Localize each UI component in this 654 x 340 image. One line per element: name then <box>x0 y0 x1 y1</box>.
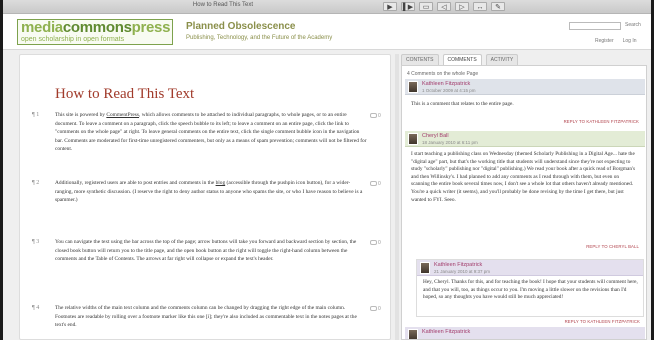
register-link[interactable]: Register <box>595 38 614 44</box>
paragraph-number[interactable]: ¶ 3 <box>32 239 39 245</box>
comment-text: This is a comment that relates to the en… <box>411 101 514 107</box>
collapse-left-icon[interactable]: ◁ <box>437 2 451 11</box>
comment-reply: Kathleen Fitzpatrick 21 January 2010 at … <box>416 259 644 317</box>
paragraph-number[interactable]: ¶ 2 <box>32 180 39 186</box>
main-text-column: How to Read This Text ¶ 1 0 This site is… <box>19 54 391 340</box>
paragraph-3: You can navigate the text using the bar … <box>55 239 357 263</box>
paragraph-2: Additionally, registered users are able … <box>55 180 363 204</box>
comment-date[interactable]: 21 January 2010 at 9:37 pm <box>434 269 490 274</box>
comment-author[interactable]: Kathleen Fitzpatrick <box>422 81 470 87</box>
site-subtitle: Publishing, Technology, and the Future o… <box>186 35 333 41</box>
comment: Kathleen Fitzpatrick 1 October 2009 at 4… <box>405 79 645 129</box>
site-header: mediacommonspress open scholarship in op… <box>3 14 651 50</box>
navigation-bar: How to Read This Text ▶ ▌▶ ▭ ◁ ▷ ↔ ✎ <box>3 0 651 14</box>
last-section-icon[interactable]: ▌▶ <box>401 2 415 11</box>
nav-document-title: How to Read This Text <box>192 2 254 8</box>
logo-wordmark: mediacommonspress <box>21 19 171 36</box>
avatar <box>408 329 418 339</box>
reply-link[interactable]: REPLY TO KATHLEEN FITZPATRICK <box>565 319 640 324</box>
comment-author[interactable]: Kathleen Fitzpatrick <box>434 262 482 268</box>
avatar <box>420 262 430 274</box>
search-input[interactable] <box>569 22 621 30</box>
mediacommons-logo[interactable]: mediacommonspress open scholarship in op… <box>17 19 173 45</box>
comment-text: Hey, Cheryl. Thanks for this, and for te… <box>423 279 638 301</box>
paragraph-1: This site is powered by CommentPress, wh… <box>55 112 367 153</box>
whole-page-comments-label[interactable]: 4 Comments on the whole Page <box>407 71 478 77</box>
comment-header: Kathleen Fitzpatrick <box>405 327 645 339</box>
comment-header: Kathleen Fitzpatrick 1 October 2009 at 4… <box>405 79 645 95</box>
column-resize-handle[interactable] <box>395 54 399 340</box>
avatar <box>408 81 418 93</box>
tab-contents[interactable]: CONTENTS <box>401 54 439 65</box>
edit-icon[interactable]: ✎ <box>491 2 505 11</box>
sidebar-tabs: CONTENTS COMMENTS ACTIVITY <box>401 54 519 65</box>
tab-activity[interactable]: ACTIVITY <box>485 54 519 65</box>
comment-author[interactable]: Cheryl Ball <box>422 133 449 139</box>
comment-date[interactable]: 1 October 2009 at 4:15 pm <box>422 88 476 93</box>
comment: Cheryl Ball 18 January 2010 at 6:11 pm I… <box>405 131 645 255</box>
search-button[interactable]: Search <box>625 22 641 28</box>
closed-book-icon[interactable]: ▭ <box>419 2 433 11</box>
next-section-icon[interactable]: ▶ <box>383 2 397 11</box>
comments-panel: 4 Comments on the whole Page Kathleen Fi… <box>401 65 647 340</box>
avatar <box>408 133 418 145</box>
comment-bubble-icon[interactable]: 0 <box>370 181 381 187</box>
account-links: Register Log In <box>595 38 637 44</box>
commentpress-link[interactable]: CommentPress <box>106 112 139 118</box>
reply-link[interactable]: REPLY TO CHERYL BALL <box>586 244 639 249</box>
toggle-header-icon[interactable]: ↔ <box>473 2 487 11</box>
site-title[interactable]: Planned Obsolescence <box>186 21 296 32</box>
comment-bubble-icon[interactable]: 0 <box>370 113 381 119</box>
expand-right-icon[interactable]: ▷ <box>455 2 469 11</box>
comment-text: I start teaching a publishing class on W… <box>411 151 636 203</box>
comment-header: Cheryl Ball 18 January 2010 at 6:11 pm <box>405 131 645 147</box>
paragraph-number[interactable]: ¶ 1 <box>32 112 39 118</box>
comment: Kathleen Fitzpatrick <box>405 327 645 339</box>
comment-author[interactable]: Kathleen Fitzpatrick <box>422 329 470 335</box>
comment-bubble-icon[interactable]: 0 <box>370 240 381 246</box>
comment-bubble-icon[interactable]: 0 <box>370 306 381 312</box>
browser-viewport: How to Read This Text ▶ ▌▶ ▭ ◁ ▷ ↔ ✎ med… <box>3 0 651 340</box>
comment-header: Kathleen Fitzpatrick 21 January 2010 at … <box>417 260 643 276</box>
comment-date[interactable]: 18 January 2010 at 6:11 pm <box>422 140 478 145</box>
comments-sidebar: CONTENTS COMMENTS ACTIVITY 4 Comments on… <box>401 50 647 340</box>
blog-link[interactable]: blog <box>216 180 226 186</box>
paragraph-number[interactable]: ¶ 4 <box>32 305 39 311</box>
page-title: How to Read This Text <box>55 86 195 102</box>
reply-link[interactable]: REPLY TO KATHLEEN FITZPATRICK <box>564 119 639 124</box>
tab-comments[interactable]: COMMENTS <box>442 54 482 65</box>
paragraph-4: The relative widths of the main text col… <box>55 305 357 329</box>
login-link[interactable]: Log In <box>623 38 637 44</box>
logo-tagline: open scholarship in open formats <box>21 36 125 43</box>
nav-buttons: ▶ ▌▶ ▭ ◁ ▷ ↔ ✎ <box>383 2 505 11</box>
